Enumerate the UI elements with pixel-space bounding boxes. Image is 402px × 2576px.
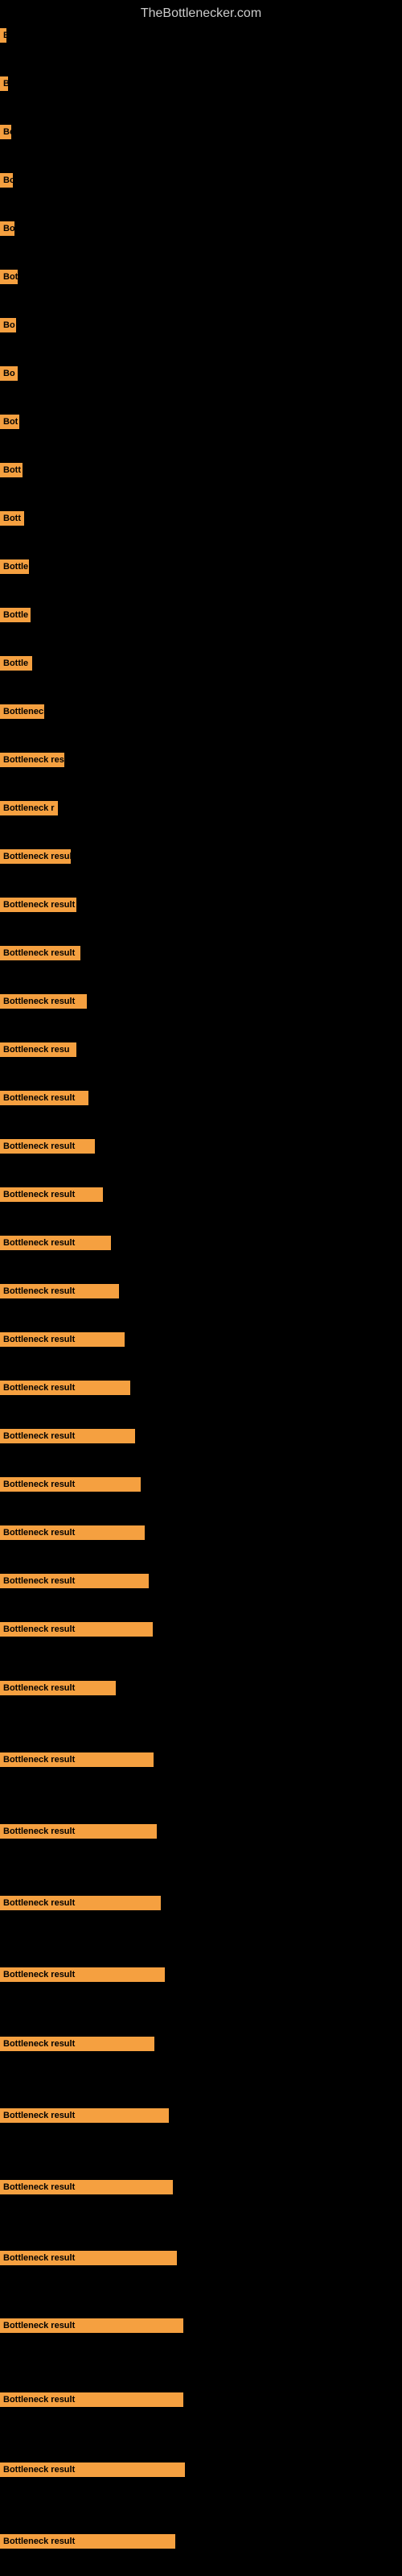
bar-item: Bottle <box>0 656 32 671</box>
bar-label: Bottle <box>0 559 29 574</box>
bar-item: Bottleneck result <box>0 1284 119 1298</box>
bar-item: Bottleneck result <box>0 898 76 912</box>
bar-item: Bo <box>0 173 13 188</box>
bar-label: Bottleneck r <box>0 801 58 815</box>
bar-item: B <box>0 28 6 43</box>
bar-label: Bottleneck result <box>0 1525 145 1540</box>
bar-label: Bottleneck result <box>0 2392 183 2407</box>
bar-label: Bottleneck result <box>0 1574 149 1588</box>
bar-item: Bottle <box>0 559 29 574</box>
bar-item: Bottleneck result <box>0 1824 157 1839</box>
bar-item: Bottleneck result <box>0 1574 149 1588</box>
bar-label: Bottleneck result <box>0 2108 169 2123</box>
bar-label: Bottleneck resu <box>0 1042 76 1057</box>
bar-label: Bot <box>0 270 18 284</box>
bar-item: Bottleneck result <box>0 2392 183 2407</box>
bar-label: Bottleneck result <box>0 1381 130 1395</box>
bar-item: Bottleneck result <box>0 1525 145 1540</box>
bar-label: Bottleneck result <box>0 2462 185 2477</box>
bar-item: Bottleneck result <box>0 1187 103 1202</box>
bar-label: Bottleneck result <box>0 2180 173 2194</box>
bar-label: Bottleneck result <box>0 1896 161 1910</box>
site-title: TheBottlenecker.com <box>0 0 402 27</box>
bar-item: Bottleneck <box>0 704 44 719</box>
bar-label: Bottleneck result <box>0 1139 95 1154</box>
bar-item: Bottleneck result <box>0 1139 95 1154</box>
bar-label: Bottleneck result <box>0 1236 111 1250</box>
bar-label: Bottleneck result <box>0 1752 154 1767</box>
bar-label: Bottleneck result <box>0 849 71 864</box>
bar-item: Bot <box>0 270 18 284</box>
bar-item: Bottleneck result <box>0 2180 173 2194</box>
bar-item: Bottleneck result <box>0 994 87 1009</box>
bar-item: Bottleneck result <box>0 1896 161 1910</box>
bar-label: Bottleneck result <box>0 1332 125 1347</box>
bar-label: Bottleneck result <box>0 1187 103 1202</box>
bar-label: Bottleneck result <box>0 1622 153 1637</box>
bar-item: Bottleneck resu <box>0 753 64 767</box>
bar-item: Bottle <box>0 608 31 622</box>
bar-item: Bott <box>0 511 24 526</box>
bar-item: Bott <box>0 463 23 477</box>
bar-item: Bottleneck result <box>0 1429 135 1443</box>
bar-label: B <box>0 76 8 91</box>
bar-label: Bottleneck result <box>0 2534 175 2549</box>
bar-item: Bottleneck result <box>0 2037 154 2051</box>
bar-item: Bottleneck result <box>0 2108 169 2123</box>
bar-item: Bottleneck result <box>0 849 71 864</box>
bar-item: Bottleneck r <box>0 801 58 815</box>
bar-item: Bo <box>0 221 14 236</box>
bar-label: Bottleneck result <box>0 1091 88 1105</box>
bar-label: Bottleneck result <box>0 994 87 1009</box>
bar-label: Bottleneck result <box>0 1681 116 1695</box>
bar-label: Bottleneck result <box>0 2318 183 2333</box>
bar-label: B <box>0 28 6 43</box>
bar-item: Bottleneck result <box>0 1967 165 1982</box>
bar-item: Bottleneck result <box>0 946 80 960</box>
bar-label: Bo <box>0 318 16 332</box>
bar-item: Bo <box>0 125 11 139</box>
bar-item: B <box>0 76 8 91</box>
bar-label: Bo <box>0 125 11 139</box>
bar-label: Bott <box>0 511 24 526</box>
bar-item: Bot <box>0 415 19 429</box>
bar-label: Bottle <box>0 608 31 622</box>
bar-item: Bottleneck result <box>0 2534 175 2549</box>
bar-label: Bo <box>0 173 13 188</box>
bar-item: Bottleneck result <box>0 1622 153 1637</box>
bar-item: Bottleneck result <box>0 2318 183 2333</box>
bar-label: Bottleneck <box>0 704 44 719</box>
bar-item: Bottleneck result <box>0 1681 116 1695</box>
bar-label: Bottleneck resu <box>0 753 64 767</box>
bar-label: Bottleneck result <box>0 1477 141 1492</box>
bar-label: Bott <box>0 463 23 477</box>
bar-item: Bottleneck result <box>0 2462 185 2477</box>
bar-item: Bottleneck result <box>0 1381 130 1395</box>
bar-label: Bottleneck result <box>0 1967 165 1982</box>
bar-item: Bottleneck result <box>0 2251 177 2265</box>
bar-label: Bottleneck result <box>0 2251 177 2265</box>
bar-label: Bo <box>0 366 18 381</box>
bar-label: Bo <box>0 221 14 236</box>
bar-label: Bottleneck result <box>0 1284 119 1298</box>
bar-item: Bottleneck result <box>0 1477 141 1492</box>
bar-item: Bo <box>0 366 18 381</box>
bar-item: Bottleneck resu <box>0 1042 76 1057</box>
bar-item: Bottleneck result <box>0 1091 88 1105</box>
bar-item: Bottleneck result <box>0 1752 154 1767</box>
bar-item: Bo <box>0 318 16 332</box>
bar-label: Bottle <box>0 656 32 671</box>
bar-label: Bottleneck result <box>0 898 76 912</box>
bar-item: Bottleneck result <box>0 1332 125 1347</box>
bar-label: Bottleneck result <box>0 946 80 960</box>
bar-label: Bottleneck result <box>0 2037 154 2051</box>
bar-label: Bottleneck result <box>0 1824 157 1839</box>
bar-label: Bot <box>0 415 19 429</box>
bar-item: Bottleneck result <box>0 1236 111 1250</box>
bar-label: Bottleneck result <box>0 1429 135 1443</box>
